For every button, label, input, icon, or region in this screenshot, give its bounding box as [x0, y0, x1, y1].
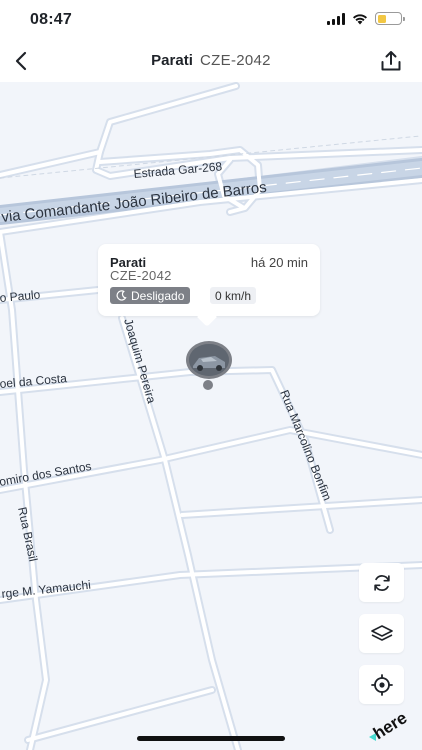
page-title: Parati CZE-2042: [0, 52, 422, 69]
locate-icon: [370, 673, 393, 696]
here-logo: here: [367, 703, 415, 743]
vehicle-popup[interactable]: Parati há 20 min CZE-2042 Desligado 0 km…: [98, 244, 320, 316]
cellular-signal-icon: [327, 12, 345, 25]
layers-icon: [370, 624, 393, 641]
vehicle-name: Parati: [151, 52, 193, 69]
popup-time-ago: há 20 min: [250, 255, 308, 270]
nav-bar: Parati CZE-2042: [0, 40, 422, 82]
status-bar: 08:47: [0, 0, 422, 40]
vehicle-plate: CZE-2042: [200, 52, 271, 69]
road-label-brasil: Rua Brasil: [15, 506, 40, 563]
share-icon: [381, 51, 401, 71]
popup-plate: CZE-2042: [110, 268, 172, 283]
map-view[interactable]: Estrada Gar-268 via Comandante João Ribe…: [0, 82, 422, 750]
here-logo-text: here: [370, 708, 411, 743]
locate-button[interactable]: [359, 665, 404, 704]
road-label-paulo: o Paulo: [0, 287, 41, 305]
road-label-marcolino: Rua Marcolino Bonfim: [277, 388, 334, 503]
battery-icon: [375, 12, 405, 25]
share-button[interactable]: [376, 46, 406, 76]
status-badge: Desligado: [110, 287, 191, 304]
home-indicator: [137, 736, 285, 741]
refresh-icon: [373, 574, 390, 591]
map-roads: Estrada Gar-268 via Comandante João Ribe…: [0, 82, 422, 750]
wifi-icon: [353, 13, 367, 24]
vehicle-location-dot: [203, 380, 213, 390]
refresh-button[interactable]: [359, 563, 404, 602]
speed-badge: 0 km/h: [210, 287, 257, 304]
status-time: 08:47: [30, 11, 72, 28]
layers-button[interactable]: [359, 614, 404, 653]
status-text: Desligado: [131, 288, 185, 303]
vehicle-photo-avatar: [186, 341, 232, 379]
status-icons: [327, 12, 405, 25]
moon-icon: [116, 290, 127, 301]
road-label-joaquim: Joaquim Pereira: [121, 317, 159, 405]
